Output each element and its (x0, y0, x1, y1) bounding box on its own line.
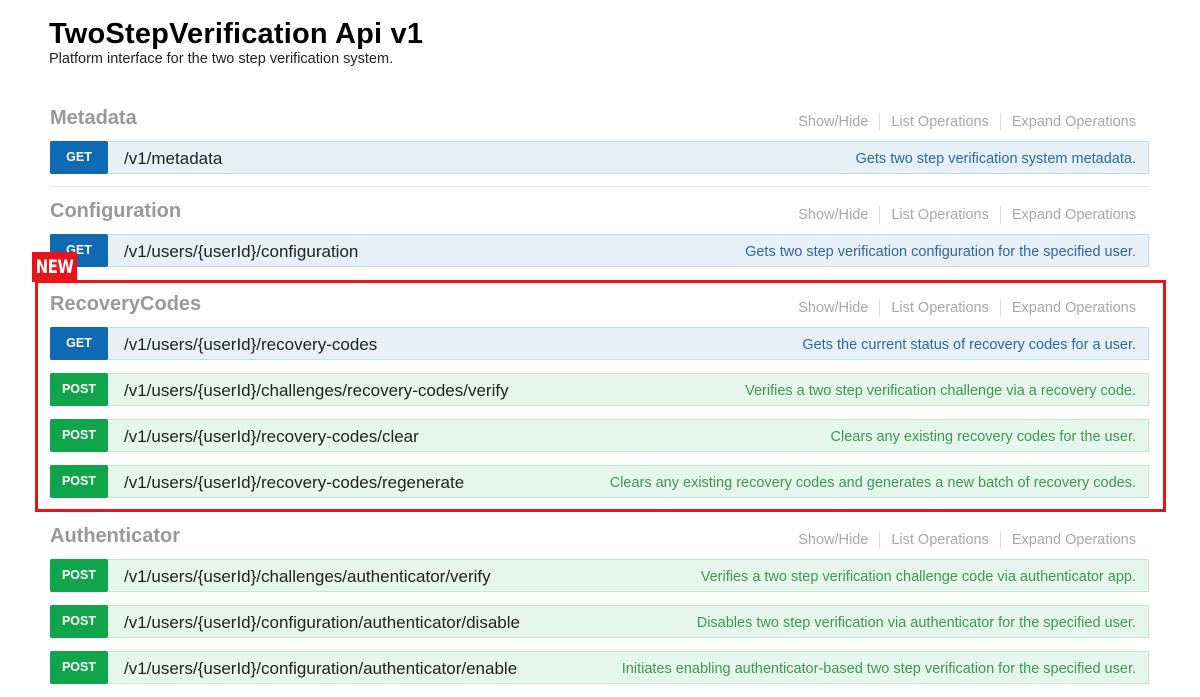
operation-row[interactable]: GET /v1/users/{userId}/recovery-codes Ge… (50, 327, 1149, 360)
section-title[interactable]: Configuration (50, 200, 181, 223)
method-badge[interactable]: POST (50, 559, 108, 592)
section-title[interactable]: Metadata (50, 107, 137, 130)
section-authenticator: Authenticator Show/Hide List Operations … (50, 519, 1149, 697)
section-divider (50, 186, 1149, 187)
expand-operations-link[interactable]: Expand Operations (999, 299, 1136, 317)
section-recovery-codes: RecoveryCodes Show/Hide List Operations … (50, 287, 1149, 511)
operation-path[interactable]: /v1/users/{userId}/recovery-codes (124, 335, 377, 355)
list-operations-link[interactable]: List Operations (879, 299, 1000, 317)
new-badge: NEW (32, 252, 78, 282)
method-badge[interactable]: POST (50, 605, 108, 638)
operation-path[interactable]: /v1/users/{userId}/configuration/authent… (124, 659, 517, 679)
section-links: Show/Hide List Operations Expand Operati… (798, 206, 1136, 224)
method-badge[interactable]: POST (50, 651, 108, 684)
list-operations-link[interactable]: List Operations (879, 113, 1000, 131)
operation-row[interactable]: POST /v1/users/{userId}/challenges/recov… (50, 373, 1149, 406)
operation-description[interactable]: Clears any existing recovery codes and g… (610, 475, 1136, 491)
method-badge[interactable]: GET (50, 327, 108, 360)
operation-description[interactable]: Initiates enabling authenticator-based t… (622, 661, 1136, 677)
operation-description[interactable]: Gets the current status of recovery code… (802, 337, 1136, 353)
operation-path[interactable]: /v1/users/{userId}/configuration (124, 242, 358, 262)
operation-description[interactable]: Clears any existing recovery codes for t… (831, 429, 1136, 445)
page-subtitle: Platform interface for the two step veri… (49, 51, 394, 67)
show-hide-link[interactable]: Show/Hide (798, 113, 879, 131)
operation-row[interactable]: POST /v1/users/{userId}/configuration/au… (50, 605, 1149, 638)
method-badge[interactable]: POST (50, 373, 108, 406)
section-title[interactable]: Authenticator (50, 525, 180, 548)
expand-operations-link[interactable]: Expand Operations (999, 531, 1136, 549)
section-links: Show/Hide List Operations Expand Operati… (798, 113, 1136, 131)
show-hide-link[interactable]: Show/Hide (798, 299, 879, 317)
section-metadata: Metadata Show/Hide List Operations Expan… (50, 101, 1149, 187)
operation-path[interactable]: /v1/users/{userId}/challenges/recovery-c… (124, 381, 509, 401)
operation-path[interactable]: /v1/metadata (124, 149, 222, 169)
operation-row[interactable]: POST /v1/users/{userId}/challenges/authe… (50, 559, 1149, 592)
operation-path[interactable]: /v1/users/{userId}/recovery-codes/clear (124, 427, 419, 447)
operation-description[interactable]: Gets two step verification configuration… (745, 244, 1136, 260)
expand-operations-link[interactable]: Expand Operations (999, 113, 1136, 131)
operation-row[interactable]: POST /v1/users/{userId}/recovery-codes/r… (50, 465, 1149, 498)
page-title: TwoStepVerification Api v1 (49, 18, 424, 50)
section-links: Show/Hide List Operations Expand Operati… (798, 531, 1136, 549)
operation-row[interactable]: POST /v1/users/{userId}/recovery-codes/c… (50, 419, 1149, 452)
operation-description[interactable]: Disables two step verification via authe… (697, 615, 1136, 631)
method-badge[interactable]: GET (50, 141, 108, 174)
section-links: Show/Hide List Operations Expand Operati… (798, 299, 1136, 317)
list-operations-link[interactable]: List Operations (879, 206, 1000, 224)
method-badge[interactable]: POST (50, 465, 108, 498)
operation-row[interactable]: GET /v1/users/{userId}/configuration Get… (50, 234, 1149, 267)
list-operations-link[interactable]: List Operations (879, 531, 1000, 549)
operation-description[interactable]: Verifies a two step verification challen… (745, 383, 1136, 399)
section-configuration: Configuration Show/Hide List Operations … (50, 194, 1149, 280)
operation-row[interactable]: GET /v1/metadata Gets two step verificat… (50, 141, 1149, 174)
operation-path[interactable]: /v1/users/{userId}/recovery-codes/regene… (124, 473, 464, 493)
operation-row[interactable]: POST /v1/users/{userId}/configuration/au… (50, 651, 1149, 684)
expand-operations-link[interactable]: Expand Operations (999, 206, 1136, 224)
method-badge[interactable]: POST (50, 419, 108, 452)
operation-path[interactable]: /v1/users/{userId}/challenges/authentica… (124, 567, 491, 587)
show-hide-link[interactable]: Show/Hide (798, 531, 879, 549)
show-hide-link[interactable]: Show/Hide (798, 206, 879, 224)
section-title[interactable]: RecoveryCodes (50, 293, 201, 316)
operation-description[interactable]: Verifies a two step verification challen… (701, 569, 1136, 585)
operation-path[interactable]: /v1/users/{userId}/configuration/authent… (124, 613, 520, 633)
operation-description[interactable]: Gets two step verification system metada… (856, 151, 1136, 167)
